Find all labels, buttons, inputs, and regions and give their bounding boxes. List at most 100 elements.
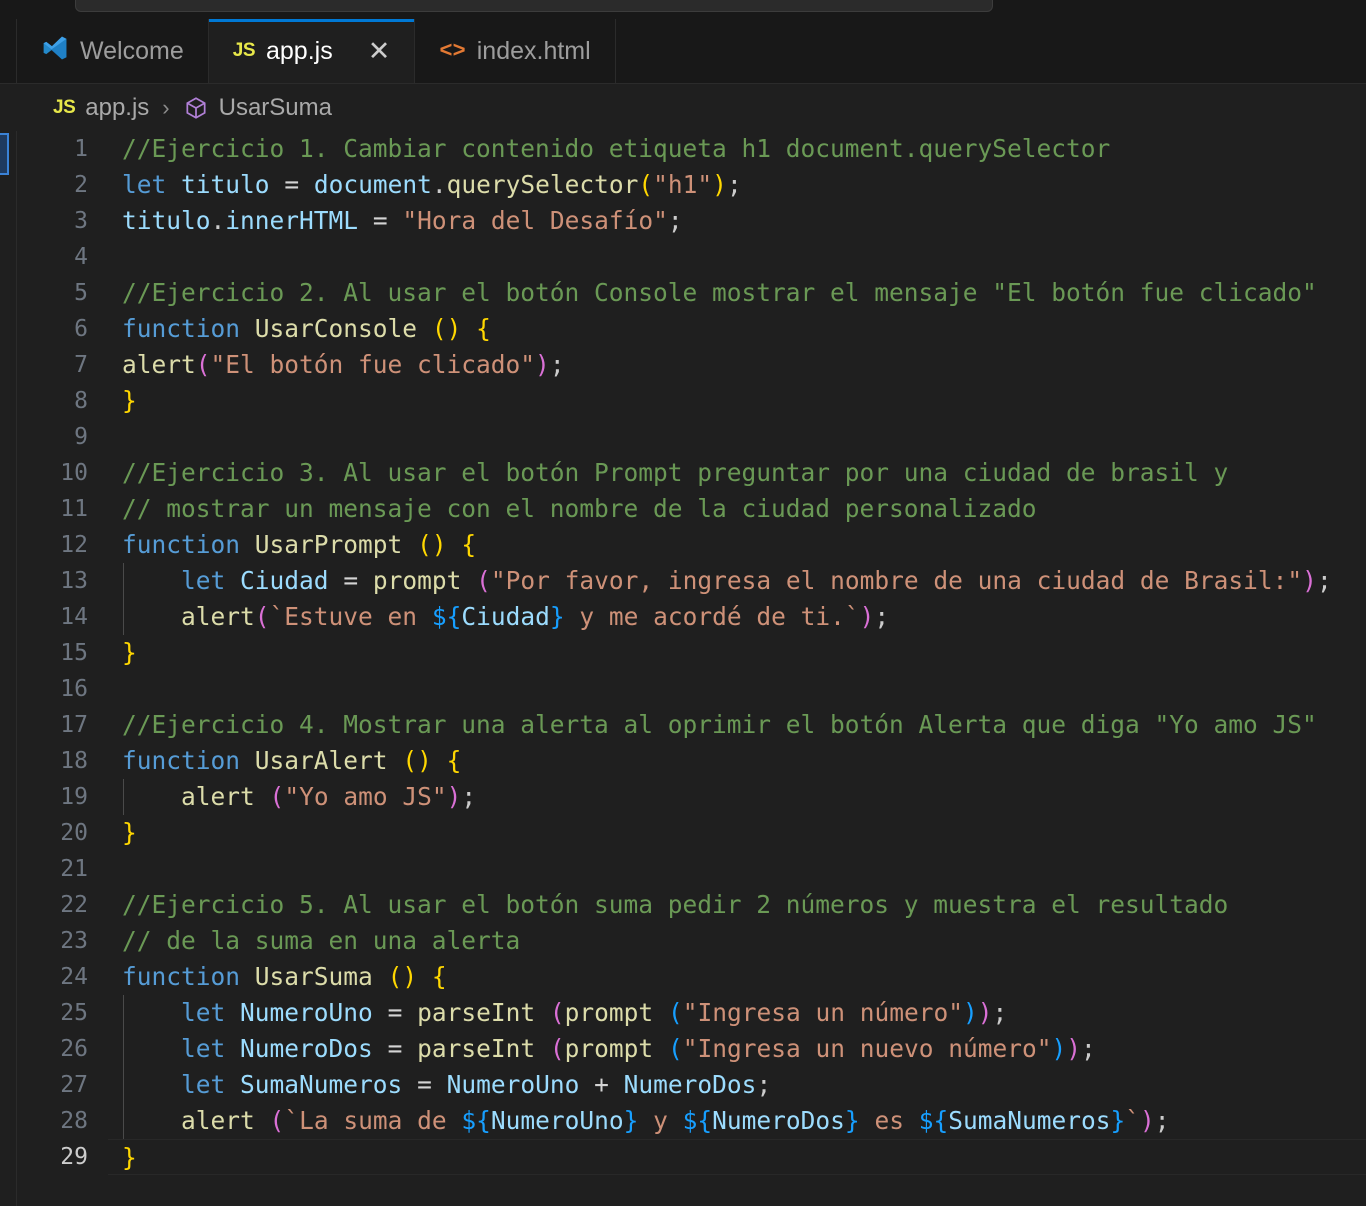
tab-app-js[interactable]: JS app.js ✕ — [208, 19, 416, 83]
code-line-content[interactable]: // de la suma en una alerta — [108, 923, 1366, 959]
code-token-b3: ${ — [918, 1106, 949, 1135]
code-line-content[interactable]: let titulo = document.querySelector("h1"… — [108, 167, 1366, 203]
code-line[interactable]: 3 titulo.innerHTML = "Hora del Desafío"; — [18, 203, 1366, 239]
code-line-content[interactable] — [108, 239, 1366, 275]
code-token-op: + — [594, 1070, 609, 1099]
line-number: 2 — [74, 172, 88, 198]
line-number: 14 — [60, 604, 88, 630]
code-line-content[interactable]: //Ejercicio 1. Cambiar contenido etiquet… — [108, 131, 1366, 167]
command-center[interactable] — [75, 0, 993, 12]
code-token-str: "Por favor, ingresa el nombre de una ciu… — [490, 566, 1303, 595]
code-token-cm: //Ejercicio 5. Al usar el botón suma ped… — [122, 890, 1229, 919]
code-line-content[interactable]: } — [108, 383, 1366, 419]
code-line[interactable]: 12 function UsarPrompt () { — [18, 527, 1366, 563]
code-line[interactable]: 25 let NumeroUno = parseInt (prompt ("In… — [18, 995, 1366, 1031]
code-token-b1: () — [431, 314, 462, 343]
line-number: 4 — [74, 244, 88, 270]
close-icon[interactable]: ✕ — [368, 37, 391, 65]
code-line-content[interactable]: let NumeroUno = parseInt (prompt ("Ingre… — [108, 995, 1366, 1031]
code-line-content[interactable]: //Ejercicio 5. Al usar el botón suma ped… — [108, 887, 1366, 923]
code-line[interactable]: 6 function UsarConsole () { — [18, 311, 1366, 347]
code-token-op: = — [417, 1070, 432, 1099]
editor-tab-bar: Welcome JS app.js ✕ <> index.html — [0, 19, 1366, 84]
line-number: 26 — [60, 1036, 88, 1062]
code-token-var: document — [313, 170, 432, 199]
code-line[interactable]: 5 //Ejercicio 2. Al usar el botón Console… — [18, 275, 1366, 311]
code-line[interactable]: 1 //Ejercicio 1. Cambiar contenido etique… — [18, 131, 1366, 167]
tab-welcome[interactable]: Welcome — [17, 19, 209, 83]
tab-index-html[interactable]: <> index.html — [415, 19, 616, 83]
code-token-var: NumeroUno — [446, 1070, 580, 1099]
line-number: 29 — [60, 1144, 88, 1170]
code-line-content[interactable]: titulo.innerHTML = "Hora del Desafío"; — [108, 203, 1366, 239]
code-line[interactable]: 14 alert(`Estuve en ${Ciudad} y me acord… — [18, 599, 1366, 635]
tab-label: Welcome — [80, 36, 184, 65]
code-line[interactable]: 27 let SumaNumeros = NumeroUno + NumeroD… — [18, 1067, 1366, 1103]
code-line[interactable]: 8} — [18, 383, 1366, 419]
code-line-content[interactable]: alert ("Yo amo JS"); — [108, 779, 1366, 815]
code-line-content[interactable]: // mostrar un mensaje con el nombre de l… — [108, 491, 1366, 527]
code-line[interactable]: 7 alert("El botón fue clicado"); — [18, 347, 1366, 383]
code-lines-container[interactable]: 1 //Ejercicio 1. Cambiar contenido etique… — [18, 131, 1366, 1206]
breadcrumb-file[interactable]: app.js — [85, 94, 149, 122]
code-line-content[interactable]: //Ejercicio 4. Mostrar una alerta al opr… — [108, 707, 1366, 743]
code-line[interactable]: 13 let Ciudad = prompt ("Por favor, ingr… — [18, 563, 1366, 599]
code-line[interactable]: 23 // de la suma en una alerta — [18, 923, 1366, 959]
code-token-b2: ) — [1302, 566, 1317, 595]
activity-bar-edge — [0, 19, 17, 83]
code-line-content[interactable]: function UsarConsole () { — [108, 311, 1366, 347]
code-line[interactable]: 28 alert (`La suma de ${NumeroUno} y ${N… — [18, 1103, 1366, 1139]
breadcrumb-symbol[interactable]: UsarSuma — [219, 94, 332, 122]
code-line-content[interactable] — [108, 419, 1366, 455]
code-editor[interactable]: 1 //Ejercicio 1. Cambiar contenido etique… — [0, 131, 1366, 1206]
code-token-str: "Ingresa un número" — [682, 998, 963, 1027]
code-line-content[interactable]: alert("El botón fue clicado"); — [108, 347, 1366, 383]
code-line-content[interactable]: } — [108, 815, 1366, 851]
code-line-content[interactable] — [108, 851, 1366, 887]
code-line-content[interactable]: function UsarSuma () { — [108, 959, 1366, 995]
code-line[interactable]: 21 — [18, 851, 1366, 887]
code-line[interactable]: 18 function UsarAlert () { — [18, 743, 1366, 779]
code-token-b1: } — [122, 1143, 137, 1172]
code-line-content[interactable]: alert(`Estuve en ${Ciudad} y me acordé d… — [108, 599, 1366, 635]
code-token-fn: UsarSuma — [254, 962, 373, 991]
code-line[interactable]: 17 //Ejercicio 4. Mostrar una alerta al o… — [18, 707, 1366, 743]
code-line[interactable]: 29} — [18, 1139, 1366, 1175]
code-line-content[interactable]: let NumeroDos = parseInt (prompt ("Ingre… — [108, 1031, 1366, 1067]
code-line[interactable]: 22 //Ejercicio 5. Al usar el botón suma p… — [18, 887, 1366, 923]
code-line[interactable]: 16 — [18, 671, 1366, 707]
code-line[interactable]: 10 //Ejercicio 3. Al usar el botón Prompt… — [18, 455, 1366, 491]
code-line[interactable]: 9 — [18, 419, 1366, 455]
code-line[interactable]: 20} — [18, 815, 1366, 851]
code-line[interactable]: 24 function UsarSuma () { — [18, 959, 1366, 995]
html-file-icon: <> — [439, 38, 466, 64]
code-token-pl: ; — [461, 782, 477, 811]
code-line[interactable]: 2 let titulo = document.querySelector("h1… — [18, 167, 1366, 203]
code-token-fn: alert — [122, 350, 196, 379]
code-line-content[interactable]: function UsarPrompt () { — [108, 527, 1366, 563]
code-line-content[interactable] — [108, 671, 1366, 707]
code-line-content[interactable]: //Ejercicio 2. Al usar el botón Console … — [108, 275, 1366, 311]
code-line[interactable]: 11 // mostrar un mensaje con el nombre de… — [18, 491, 1366, 527]
code-line-content[interactable]: //Ejercicio 3. Al usar el botón Prompt p… — [108, 455, 1366, 491]
code-line-content[interactable]: let Ciudad = prompt ("Por favor, ingresa… — [108, 563, 1366, 599]
code-token-var: NumeroDos — [623, 1070, 757, 1099]
code-line-content[interactable]: } — [108, 635, 1366, 671]
code-line-content[interactable]: } — [108, 1139, 1366, 1175]
code-token-str: "h1" — [653, 170, 713, 199]
code-token-pl: . — [210, 206, 226, 235]
code-line-content[interactable]: let SumaNumeros = NumeroUno + NumeroDos; — [108, 1067, 1366, 1103]
code-line-content[interactable]: function UsarAlert () { — [108, 743, 1366, 779]
code-line-content[interactable]: alert (`La suma de ${NumeroUno} y ${Nume… — [108, 1103, 1366, 1139]
code-line[interactable]: 19 alert ("Yo amo JS"); — [18, 779, 1366, 815]
code-line[interactable]: 26 let NumeroDos = parseInt (prompt ("In… — [18, 1031, 1366, 1067]
code-line[interactable]: 15} — [18, 635, 1366, 671]
code-line[interactable]: 4 — [18, 239, 1366, 275]
